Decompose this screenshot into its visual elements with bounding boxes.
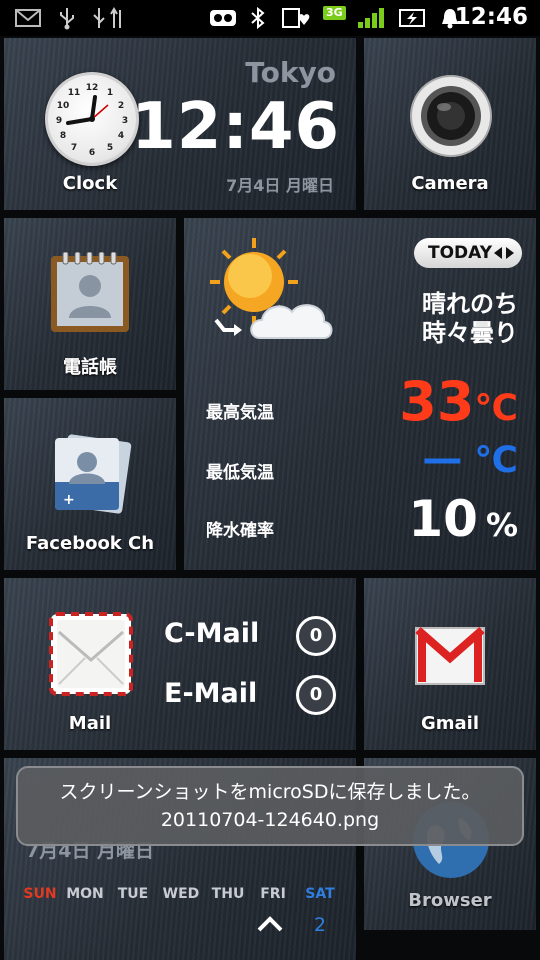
phonebook-icon: [51, 252, 129, 332]
gmail-label: Gmail: [420, 713, 480, 734]
svg-text:3: 3: [122, 116, 128, 126]
sunny-then-cloudy-icon: [210, 238, 333, 339]
min-temp: — ℃: [422, 436, 518, 482]
weekday-sun: SUN: [23, 886, 57, 902]
min-temp-label: 最低気温: [206, 463, 274, 483]
svg-text:4: 4: [118, 131, 124, 141]
weather-tile[interactable]: TODAY 晴れのち 時々曇り 最高気温 33℃ 最低気温 — ℃ 降水確率 10…: [184, 218, 536, 570]
email-count-badge: 0: [296, 675, 336, 715]
analog-clock-icon: 12 1 2 3 45 6 78 9 10 11: [45, 72, 139, 166]
mail-envelope-icon: [49, 612, 133, 696]
toast-filename: 20110704-124640.png: [160, 809, 380, 831]
max-temp-label: 最高気温: [206, 403, 274, 423]
rain-chance-label: 降水確率: [206, 521, 274, 541]
mail-tile[interactable]: Mail C-Mail 0 E-Mail 0: [4, 578, 356, 750]
rain-chance-value: 10: [408, 490, 478, 548]
svg-text:2: 2: [118, 101, 124, 111]
phonebook-tile[interactable]: 電話帳: [4, 218, 176, 390]
today-label: TODAY: [428, 243, 492, 263]
facebook-contacts-icon: +: [55, 434, 132, 514]
clock-face-icon: 12 12 3 45 6 78 9 10 11: [56, 83, 128, 158]
weekday-fri: FRI: [260, 886, 286, 902]
rain-chance-unit: %: [485, 506, 518, 544]
screenshot-toast: スクリーンショットをmicroSDに保存しました。 20110704-12464…: [16, 766, 524, 846]
network-type-badge: 3G: [323, 6, 346, 20]
bluetooth-icon: [251, 6, 265, 30]
calendar-day[interactable]: 2: [314, 914, 326, 936]
email-label: E-Mail: [164, 678, 258, 709]
rain-chance: 10%: [408, 490, 518, 548]
max-temp-value: 33: [399, 370, 475, 433]
weekday-wed: WED: [162, 886, 200, 902]
svg-text:9: 9: [56, 116, 62, 126]
clock-time: 12:46: [131, 90, 340, 164]
svg-text:6: 6: [89, 148, 95, 158]
browser-label: Browser: [408, 890, 492, 911]
weather-condition: 晴れのち 時々曇り: [422, 290, 518, 348]
weekday-sat: SAT: [305, 886, 335, 902]
weekday-thu: THU: [211, 886, 245, 902]
condition-line-2: 時々曇り: [422, 319, 518, 347]
sim-icon: [210, 10, 236, 26]
cmail-label: C-Mail: [164, 618, 260, 649]
weekday-tue: TUE: [117, 886, 149, 902]
gmail-icon: [415, 626, 485, 685]
svg-text:+: +: [63, 492, 75, 508]
condition-line-1: 晴れのち: [422, 290, 518, 318]
svg-text:7: 7: [71, 143, 77, 153]
camera-tile[interactable]: Camera: [364, 38, 536, 210]
camera-lens-icon: [410, 75, 492, 157]
signal-strength-icon: [358, 8, 384, 28]
usb-icon: [60, 8, 74, 30]
svg-text:11: 11: [68, 88, 81, 98]
left-right-arrows-icon: [494, 247, 514, 259]
clock-date: 7月4日 月曜日: [226, 176, 334, 195]
min-temp-unit: ℃: [474, 440, 518, 481]
svg-text:10: 10: [57, 101, 70, 111]
svg-text:12: 12: [86, 83, 99, 93]
mail-label: Mail: [68, 713, 112, 734]
max-temp-unit: ℃: [474, 388, 518, 429]
clock-city: Tokyo: [245, 56, 336, 89]
svg-text:8: 8: [60, 131, 66, 141]
min-temp-value: —: [422, 436, 463, 482]
chevron-up-icon[interactable]: [255, 914, 285, 934]
gmail-tile[interactable]: Gmail: [364, 578, 536, 750]
svg-text:1: 1: [107, 88, 113, 98]
status-time: 12:46: [454, 4, 528, 30]
toast-message: スクリーンショットをmicroSDに保存しました。: [59, 781, 481, 803]
heart-sync-icon: [282, 8, 310, 28]
battery-charging-icon: [399, 9, 425, 27]
today-toggle-button[interactable]: TODAY: [414, 238, 522, 268]
cmail-count-badge: 0: [296, 616, 336, 656]
clock-label: Clock: [62, 173, 118, 194]
max-temp: 33℃: [399, 370, 518, 433]
svg-text:5: 5: [107, 143, 113, 153]
clock-tile[interactable]: 12 1 2 3 45 6 78 9 10 11 Clock Tokyo 12:46 7月4…: [4, 38, 356, 210]
phonebook-label: 電話帳: [63, 357, 117, 378]
status-bar: 3G 12:46: [0, 0, 540, 36]
camera-label: Camera: [411, 173, 489, 194]
gmail-notification-icon: [15, 9, 41, 27]
facebook-tile[interactable]: + Facebook Ch: [4, 398, 176, 570]
facebook-label: Facebook Ch: [25, 533, 155, 554]
weekday-mon: MON: [66, 886, 104, 902]
usb-debug-icon: [93, 7, 121, 28]
